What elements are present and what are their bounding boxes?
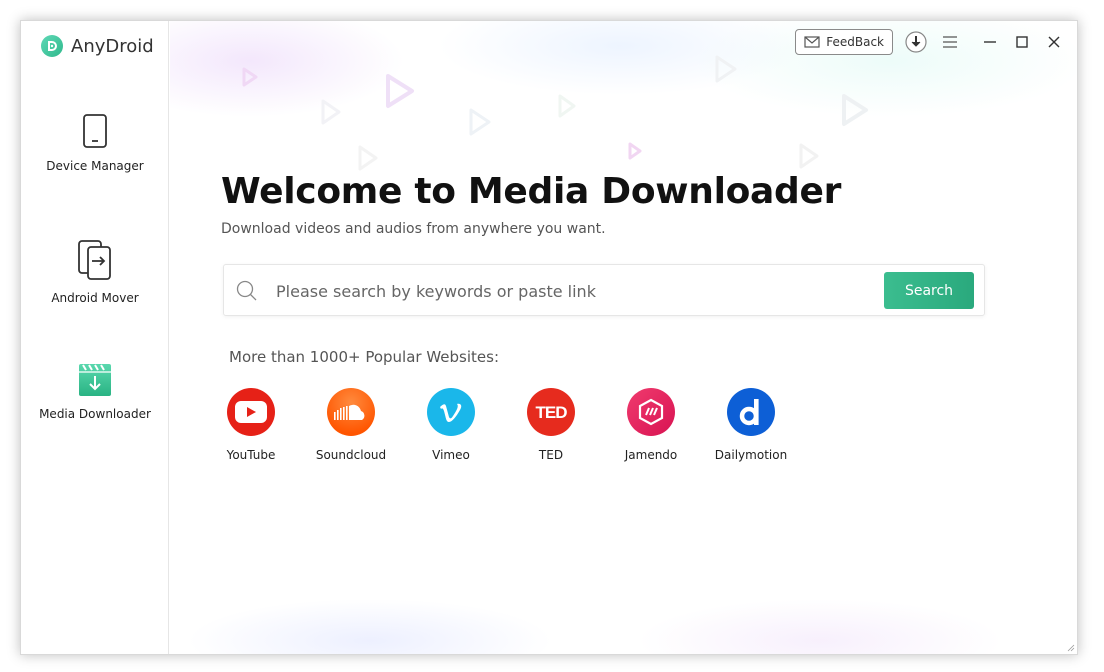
site-label: Dailymotion (714, 448, 788, 462)
site-label: Vimeo (432, 448, 470, 462)
sidebar-item-android-mover[interactable]: Android Mover (21, 239, 169, 305)
dailymotion-icon (727, 388, 775, 436)
minimize-button[interactable] (979, 31, 1001, 53)
site-vimeo[interactable]: Vimeo (401, 388, 501, 462)
site-label: Soundcloud (315, 448, 387, 462)
app-name: AnyDroid (71, 35, 154, 57)
menu-button[interactable] (939, 31, 961, 53)
feedback-label: FeedBack (826, 35, 884, 49)
feedback-button[interactable]: FeedBack (795, 29, 893, 55)
jamendo-icon (627, 388, 675, 436)
sidebar: AnyDroid Device Manager Android Mover Me… (21, 21, 169, 654)
decor-play-icon (321, 99, 341, 125)
svg-text:TED: TED (536, 403, 568, 421)
ted-icon: TED (527, 388, 575, 436)
brand: AnyDroid (41, 35, 154, 57)
decor-play-icon (715, 55, 737, 83)
decor-play-icon (558, 94, 576, 118)
transfer-icon (78, 240, 111, 280)
maximize-button[interactable] (1011, 31, 1033, 53)
decor-play-icon (628, 142, 642, 160)
sidebar-item-device-manager[interactable]: Device Manager (21, 113, 169, 173)
close-button[interactable] (1043, 31, 1065, 53)
decor-play-icon (358, 145, 378, 171)
search-input[interactable] (276, 279, 866, 303)
app-window: AnyDroid Device Manager Android Mover Me… (20, 20, 1078, 655)
sidebar-item-media-downloader[interactable]: Media Downloader (21, 363, 169, 421)
download-clapper-icon (79, 364, 111, 396)
page-title: Welcome to Media Downloader (221, 171, 842, 212)
hamburger-menu-icon (943, 36, 957, 48)
minimize-icon (984, 41, 996, 43)
sidebar-item-label: Device Manager (46, 159, 144, 173)
phone-icon (83, 114, 107, 148)
page-subtitle: Download videos and audios from anywhere… (221, 221, 606, 237)
site-jamendo[interactable]: Jamendo (601, 388, 701, 462)
main-panel: FeedBack Welcome to Media Downloader Dow… (170, 21, 1077, 654)
decor-play-icon (242, 67, 258, 87)
resize-grip-icon[interactable] (1067, 644, 1075, 652)
popular-websites-label: More than 1000+ Popular Websites: (229, 348, 499, 366)
sidebar-item-label: Media Downloader (39, 407, 151, 421)
titlebar-controls: FeedBack (795, 29, 1065, 55)
site-soundcloud[interactable]: Soundcloud (301, 388, 401, 462)
download-queue-button[interactable] (905, 31, 927, 53)
close-icon (1048, 36, 1060, 48)
search-box: Search (223, 264, 985, 316)
site-dailymotion[interactable]: Dailymotion (701, 388, 801, 462)
decor-play-icon (799, 143, 819, 169)
mail-icon (804, 36, 820, 48)
search-icon (236, 280, 257, 301)
download-circle-icon (905, 31, 927, 53)
soundcloud-icon (327, 388, 375, 436)
search-button[interactable]: Search (884, 272, 974, 309)
decor-play-icon (842, 94, 868, 126)
site-label: TED (538, 448, 564, 462)
decor-play-icon (386, 74, 414, 108)
anydroid-logo-icon (41, 35, 63, 57)
maximize-icon (1016, 36, 1028, 48)
site-label: Jamendo (624, 448, 678, 462)
decor-play-icon (469, 108, 491, 136)
youtube-icon (227, 388, 275, 436)
vimeo-icon (427, 388, 475, 436)
site-ted[interactable]: TED TED (501, 388, 601, 462)
site-youtube[interactable]: YouTube (201, 388, 301, 462)
site-label: YouTube (226, 448, 276, 462)
sidebar-item-label: Android Mover (51, 291, 139, 305)
